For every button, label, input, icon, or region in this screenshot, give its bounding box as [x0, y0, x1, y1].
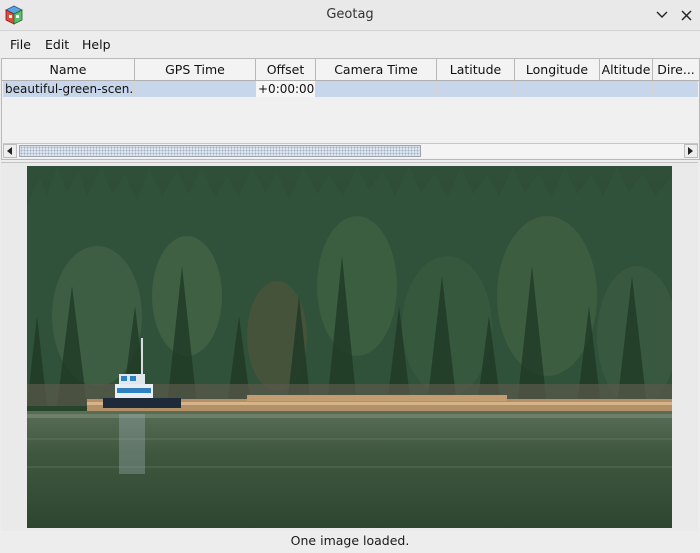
- cell-longitude[interactable]: [515, 81, 600, 97]
- column-header-direction[interactable]: Dire...: [653, 59, 699, 80]
- scrollbar-thumb[interactable]: [19, 145, 421, 157]
- cell-gps-time[interactable]: [135, 81, 256, 97]
- column-header-latitude[interactable]: Latitude: [437, 59, 515, 80]
- column-header-name[interactable]: Name: [2, 59, 135, 80]
- status-text: One image loaded.: [290, 533, 410, 548]
- image-preview-pane: [1, 162, 698, 531]
- arrow-right-icon: [688, 147, 693, 155]
- menu-bar: File Edit Help: [0, 31, 700, 57]
- column-header-altitude[interactable]: Altitude: [600, 59, 653, 80]
- menu-help[interactable]: Help: [82, 37, 111, 52]
- column-header-longitude[interactable]: Longitude: [515, 59, 600, 80]
- table-header: Name GPS Time Offset Camera Time Latitud…: [2, 59, 699, 81]
- image-preview: [27, 166, 672, 528]
- menu-file[interactable]: File: [10, 37, 31, 52]
- column-header-camera-time[interactable]: Camera Time: [316, 59, 437, 80]
- cell-camera-time[interactable]: [316, 81, 437, 97]
- column-header-gps-time[interactable]: GPS Time: [135, 59, 256, 80]
- cell-name[interactable]: beautiful-green-scen...: [3, 81, 135, 97]
- close-button[interactable]: [678, 7, 694, 23]
- close-icon: [681, 10, 691, 20]
- scroll-right-button[interactable]: [684, 144, 698, 158]
- window-title: Geotag: [326, 7, 374, 22]
- title-bar: Geotag: [0, 0, 700, 31]
- status-bar: One image loaded.: [0, 531, 700, 553]
- column-header-offset[interactable]: Offset: [256, 59, 316, 80]
- table-row[interactable]: beautiful-green-scen... +0:00:00: [3, 81, 698, 97]
- cell-altitude[interactable]: [600, 81, 653, 97]
- scroll-left-button[interactable]: [3, 144, 17, 158]
- chevron-down-icon: [656, 11, 668, 18]
- cell-offset[interactable]: +0:00:00: [256, 81, 316, 97]
- minimize-button[interactable]: [654, 7, 670, 23]
- image-table: Name GPS Time Offset Camera Time Latitud…: [1, 58, 700, 160]
- arrow-left-icon: [7, 147, 12, 155]
- cell-direction[interactable]: [653, 81, 698, 97]
- cell-latitude[interactable]: [437, 81, 515, 97]
- menu-edit[interactable]: Edit: [45, 37, 69, 52]
- horizontal-scrollbar[interactable]: [3, 143, 698, 158]
